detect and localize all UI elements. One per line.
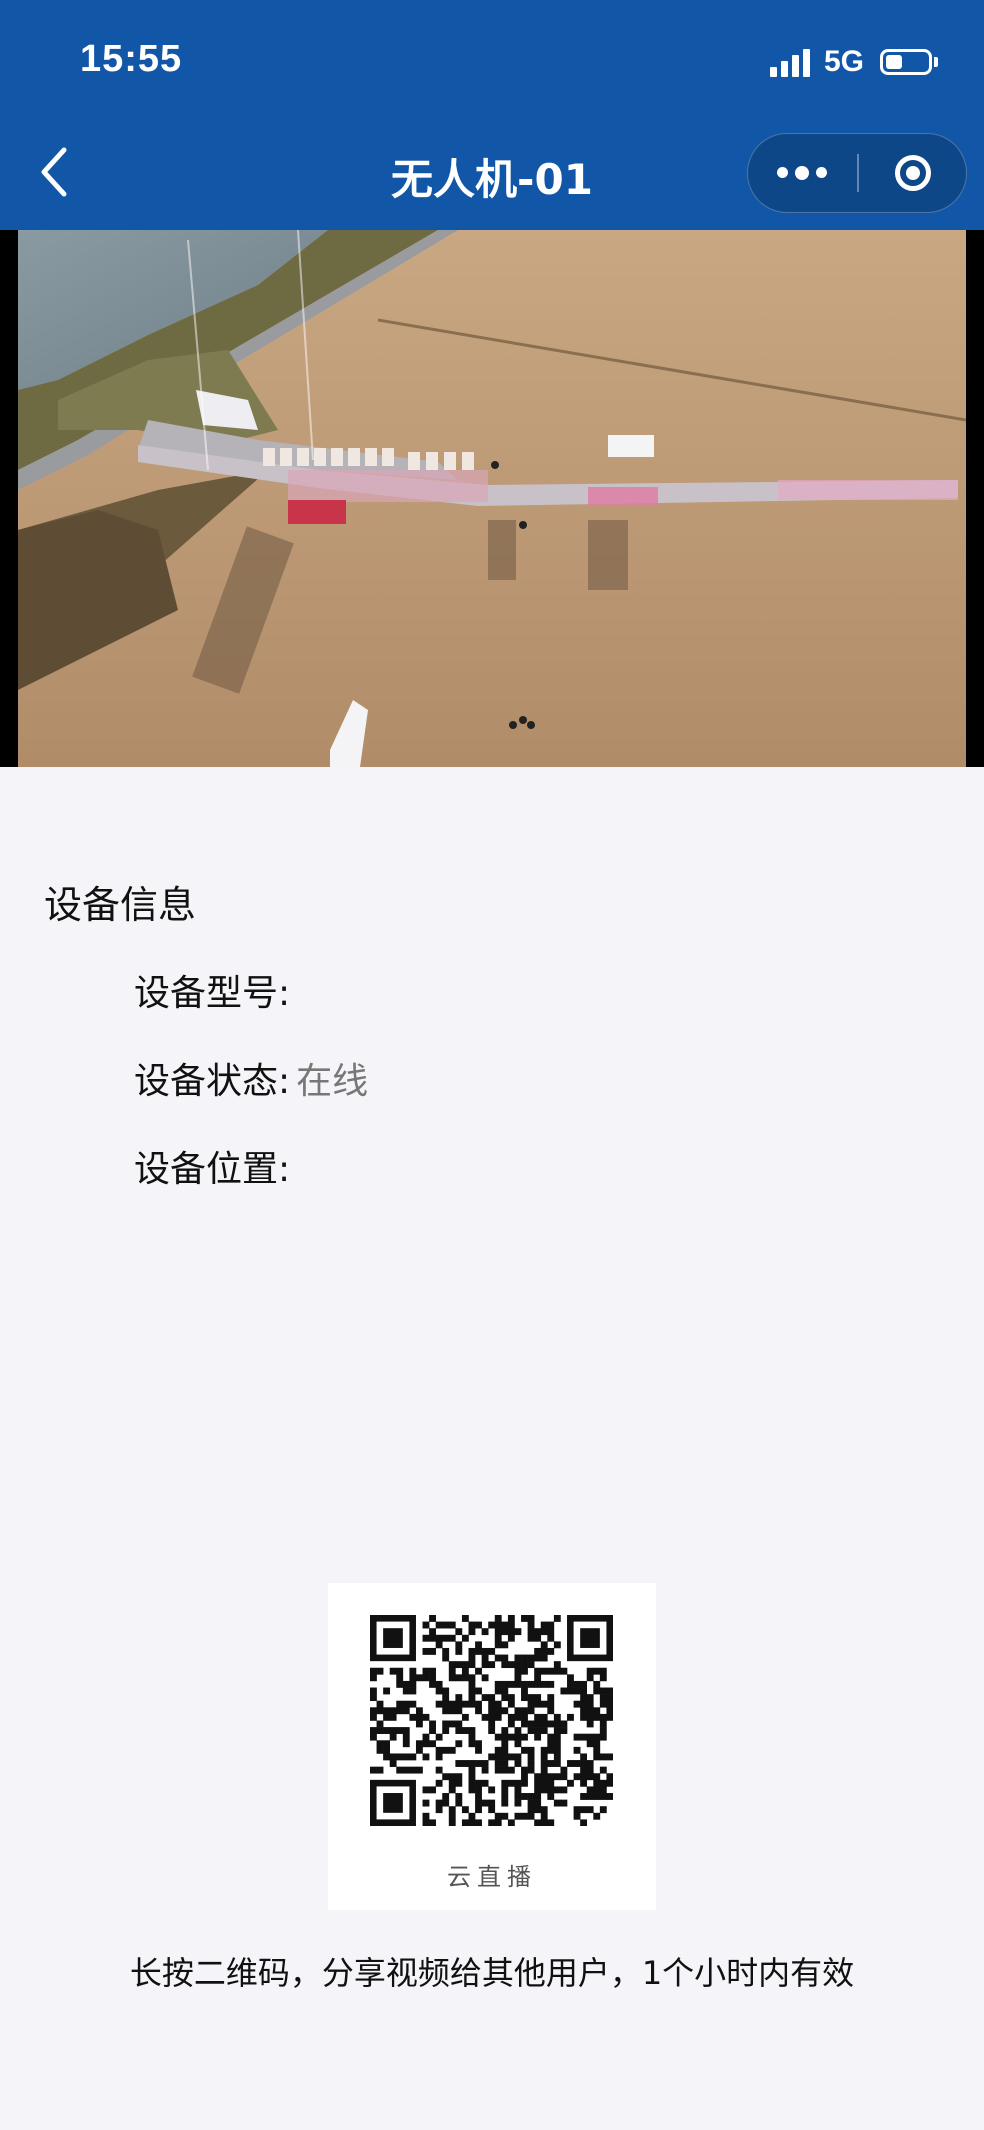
share-qr-card[interactable]: 云直播 (328, 1583, 656, 1910)
signal-icon (769, 47, 810, 77)
video-player[interactable] (0, 230, 984, 767)
network-type: 5G (823, 45, 864, 78)
battery-icon (880, 49, 932, 75)
device-info-title: 设备信息 (44, 883, 197, 927)
device-location-label: 设备位置: (134, 1149, 291, 1190)
drone-video-frame (18, 230, 966, 767)
close-target-icon (895, 154, 931, 191)
device-status-label: 设备状态: (134, 1061, 291, 1102)
device-status-row: 设备状态: 在线 (134, 1052, 368, 1104)
status-time: 15:55 (80, 38, 183, 80)
device-model-label: 设备型号: (134, 973, 291, 1014)
more-dots-icon (777, 165, 827, 180)
qr-caption: 云直播 (447, 1863, 537, 1891)
capsule-divider (857, 154, 859, 192)
share-hint: 长按二维码，分享视频给其他用户，1个小时内有效 (129, 1954, 855, 1992)
top-bar: 15:55 5G 无人机-01 (0, 0, 984, 230)
mini-program-capsule (747, 133, 967, 213)
device-status-value: 在线 (296, 1061, 369, 1102)
more-button[interactable] (748, 134, 856, 211)
close-button[interactable] (860, 134, 966, 211)
device-location-row: 设备位置: (134, 1140, 296, 1192)
device-model-row: 设备型号: (134, 964, 296, 1016)
battery-tip (934, 57, 938, 67)
qr-code (370, 1615, 613, 1826)
status-icons: 5G (769, 40, 938, 84)
